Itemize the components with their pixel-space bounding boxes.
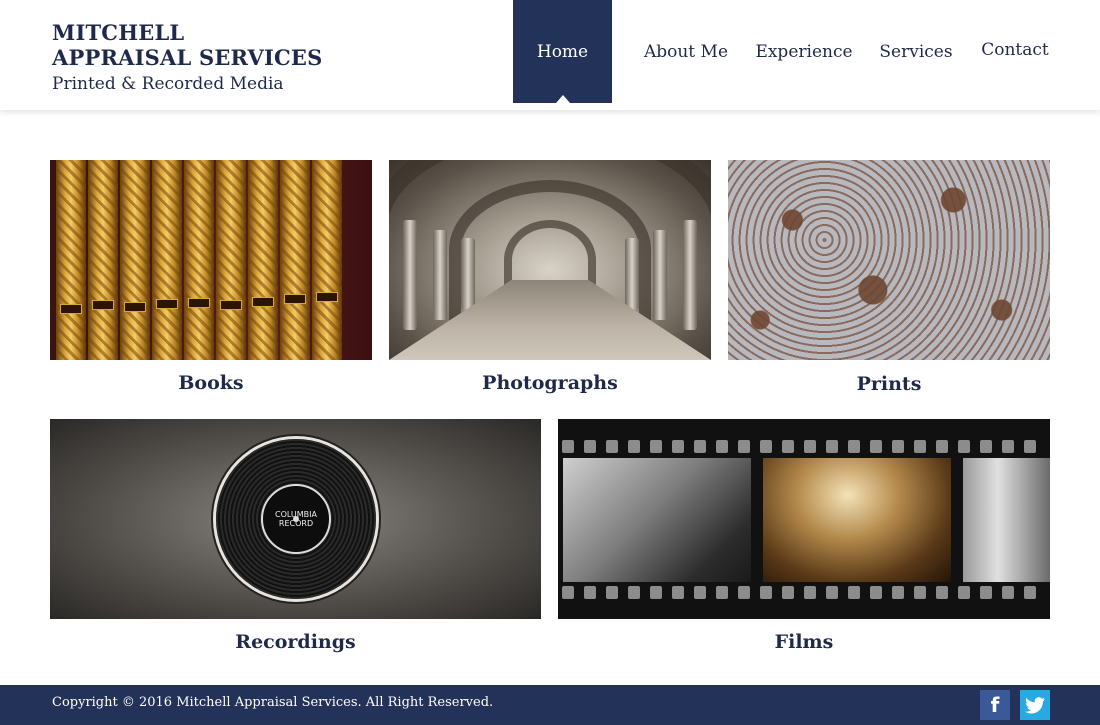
nav-experience[interactable]: Experience — [754, 0, 854, 103]
tile-prints[interactable]: Prints — [728, 160, 1050, 400]
nav-home[interactable]: Home — [513, 0, 612, 103]
nav-services[interactable]: Services — [876, 0, 956, 103]
prints-image — [728, 160, 1050, 360]
tile-photographs-label: Photographs — [482, 372, 618, 394]
tile-books[interactable]: Books — [50, 160, 372, 400]
twitter-icon[interactable] — [1020, 690, 1050, 720]
brand-name-line1: MITCHELL — [52, 20, 185, 45]
copyright-text: Copyright © 2016 Mitchell Appraisal Serv… — [52, 695, 494, 710]
tile-photographs[interactable]: Photographs — [389, 160, 711, 400]
facebook-icon[interactable]: f — [980, 690, 1010, 720]
photographs-image — [389, 160, 711, 360]
books-image — [50, 160, 372, 360]
nav-contact[interactable]: Contact — [976, 0, 1054, 101]
films-image — [558, 419, 1050, 619]
tile-recordings[interactable]: COLUMBIA RECORD Recordings — [50, 419, 541, 664]
vinyl-record-icon: COLUMBIA RECORD — [216, 439, 376, 599]
tile-books-label: Books — [178, 372, 244, 394]
brand-tagline: Printed & Recorded Media — [52, 74, 284, 94]
recordings-image: COLUMBIA RECORD — [50, 419, 541, 619]
nav-about-me[interactable]: About Me — [640, 0, 732, 103]
tile-films-label: Films — [774, 631, 834, 653]
tile-films[interactable]: Films — [558, 419, 1050, 664]
site-footer: Copyright © 2016 Mitchell Appraisal Serv… — [0, 685, 1100, 725]
tile-prints-label: Prints — [856, 373, 922, 395]
brand-logo[interactable]: MITCHELL APPRAISAL SERVICES Printed & Re… — [52, 20, 322, 97]
brand-name-line2: APPRAISAL SERVICES — [52, 45, 323, 70]
tile-recordings-label: Recordings — [235, 631, 356, 653]
site-header: MITCHELL APPRAISAL SERVICES Printed & Re… — [0, 0, 1100, 110]
